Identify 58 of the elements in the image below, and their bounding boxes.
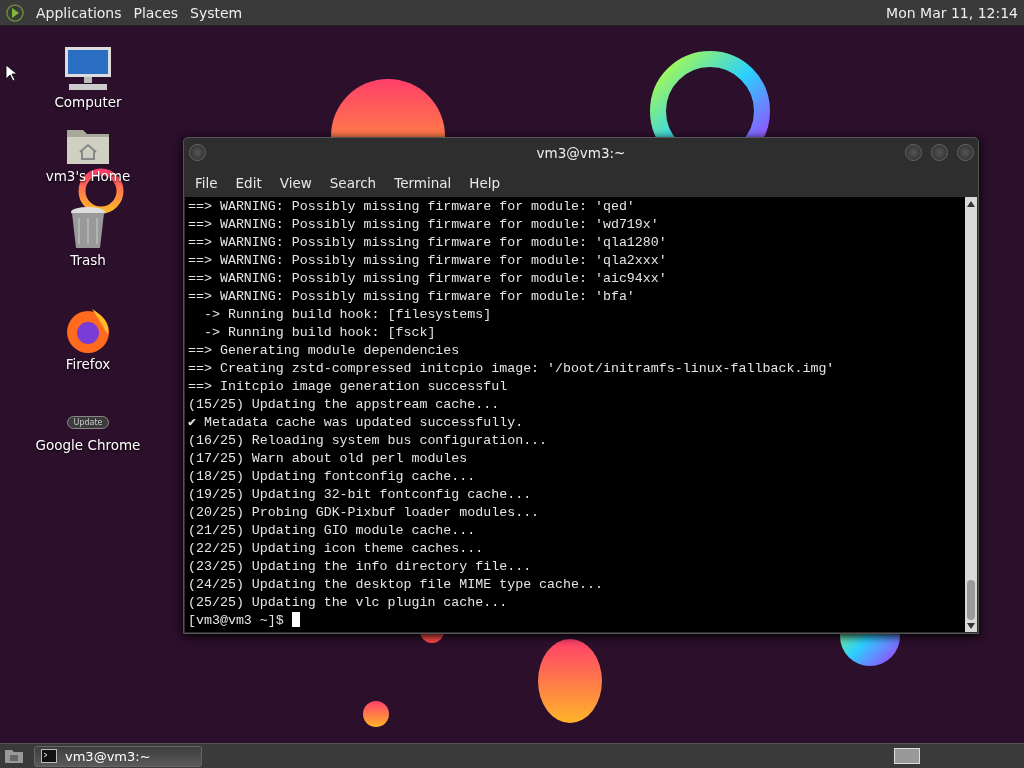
scrollbar[interactable] (965, 197, 977, 632)
terminal-line: (22/25) Updating icon theme caches... (188, 540, 485, 558)
terminal-line: ==> WARNING: Possibly missing firmware for module: 'qla2xxx' (188, 252, 668, 270)
menu-item[interactable]: Search (320, 174, 386, 191)
desktop-icon-label[interactable]: Computer (54, 94, 122, 110)
terminal-line: (25/25) Updating the vlc plugin cache... (188, 594, 509, 612)
terminal-line: ==> WARNING: Possibly missing firmware for module: 'qed' (188, 198, 636, 216)
workspace-switcher[interactable] (894, 748, 920, 764)
terminal-line: ==> Initcpio image generation successful (188, 378, 509, 396)
update-badge[interactable]: Update (66, 416, 110, 429)
terminal-line: ==> Generating module dependencies (188, 342, 461, 360)
terminal-line: ==> WARNING: Possibly missing firmware for module: 'wd719x' (188, 216, 660, 234)
computer-icon (63, 46, 113, 92)
menu-item[interactable]: Terminal (385, 174, 461, 191)
terminal-line: (16/25) Reloading system bus configuration... (188, 432, 549, 450)
terminal-line: (19/25) Updating 32-bit fontconfig cache... (188, 486, 533, 504)
scrollbar-thumb[interactable] (967, 580, 975, 620)
scroll-down-icon[interactable] (967, 623, 975, 629)
desktop-icon-label[interactable]: Firefox (65, 356, 111, 372)
close-button[interactable] (957, 144, 974, 161)
panel-menu[interactable]: Applications (36, 4, 122, 21)
clock[interactable]: Mon Mar 11, 12:14 (886, 4, 1018, 21)
terminal-line: ✔ Metadata cache was updated successfully. (188, 414, 525, 432)
terminal-line: ==> WARNING: Possibly missing firmware for module: 'aic94xx' (188, 270, 668, 288)
window-title: vm3@vm3:~ (536, 145, 626, 161)
menu-item[interactable]: Edit (226, 174, 271, 191)
terminal-line: (18/25) Updating fontconfig cache... (188, 468, 477, 486)
terminal-line: (17/25) Warn about old perl modules (188, 450, 469, 468)
desktop-icon-label[interactable]: Trash (70, 252, 106, 268)
maximize-button[interactable] (931, 144, 948, 161)
window-menu-button[interactable] (189, 144, 206, 161)
terminal-line: ==> WARNING: Possibly missing firmware for module: 'qla1280' (188, 234, 668, 252)
terminal-line: (23/25) Updating the info directory file... (188, 558, 533, 576)
show-desktop-icon[interactable] (4, 748, 24, 764)
terminal-line: -> Running build hook: [filesystems] (202, 306, 493, 324)
terminal-line: (20/25) Probing GDK-Pixbuf loader modules... (188, 504, 541, 522)
terminal-icon (41, 749, 57, 763)
taskbar-button[interactable]: vm3@vm3:~ (34, 745, 202, 767)
desktop-icon-label[interactable]: Google Chrome (35, 437, 141, 453)
trash-icon (69, 206, 107, 250)
terminal-line: -> Running build hook: [fsck] (202, 324, 437, 342)
scroll-up-icon[interactable] (967, 201, 975, 207)
terminal-line: ==> Creating zstd-compressed initcpio image: '/boot/initramfs-linux-fallback.img' (188, 360, 836, 378)
menu-item[interactable]: File (186, 174, 227, 191)
menu-logo-icon[interactable] (6, 3, 24, 22)
panel-menu[interactable]: System (190, 4, 243, 21)
terminal-line: ==> WARNING: Possibly missing firmware for module: 'bfa' (188, 288, 636, 306)
firefox-icon (64, 306, 112, 354)
panel-menu[interactable]: Places (133, 4, 179, 21)
menu-item[interactable]: View (270, 174, 321, 191)
menu-item[interactable]: Help (460, 174, 510, 191)
shell-prompt: [vm3@vm3 ~]$ (188, 613, 284, 628)
mouse-pointer-icon (5, 64, 17, 82)
text-cursor (291, 612, 300, 627)
terminal-line: (24/25) Updating the desktop file MIME type cache... (188, 576, 604, 594)
terminal-line: (21/25) Updating GIO module cache... (188, 522, 477, 540)
terminal-line: (15/25) Updating the appstream cache... (188, 396, 501, 414)
minimize-button[interactable] (905, 144, 922, 161)
